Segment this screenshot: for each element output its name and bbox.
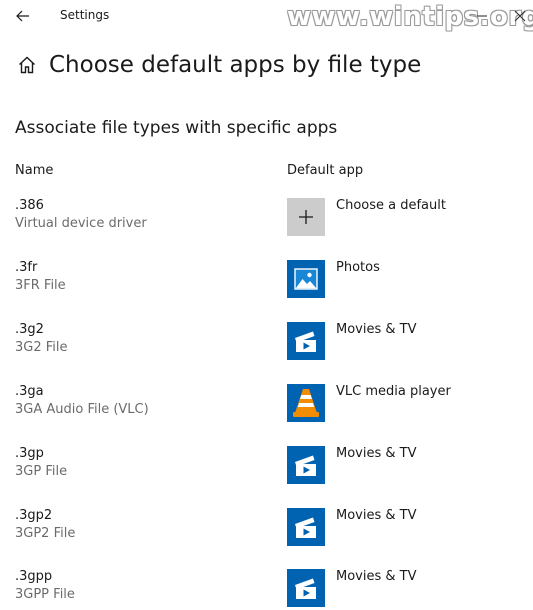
arrow-left-icon <box>16 10 29 22</box>
default-app-label: VLC media player <box>336 384 451 399</box>
file-type-row: .3g2 3G2 File Movies & TV <box>0 322 533 384</box>
default-app-button[interactable]: Choose a default <box>287 198 527 242</box>
file-description: 3G2 File <box>15 340 68 355</box>
file-type-row: .3gp2 3GP2 File Movies & TV <box>0 508 533 570</box>
file-extension: .3ga <box>15 384 44 399</box>
file-description: 3GP File <box>15 464 68 479</box>
default-app-label: Choose a default <box>336 198 446 213</box>
default-app-button[interactable]: Photos <box>287 260 527 304</box>
close-icon <box>514 10 526 22</box>
movies-tv-icon <box>287 569 325 607</box>
file-description: Virtual device driver <box>15 216 147 231</box>
default-app-button[interactable]: Movies & TV <box>287 446 527 490</box>
page-header: Choose default apps by file type <box>14 52 421 78</box>
vlc-icon <box>287 384 325 422</box>
back-button[interactable] <box>8 4 38 28</box>
file-description: 3GPP File <box>15 587 75 602</box>
default-app-label: Movies & TV <box>336 322 417 337</box>
file-extension: .3gp <box>15 446 44 461</box>
app-title: Settings <box>60 8 110 22</box>
title-bar: Settings www.wintips.org <box>0 0 533 34</box>
file-description: 3FR File <box>15 278 66 293</box>
file-type-row: .3ga 3GA Audio File (VLC) VLC media play… <box>0 384 533 446</box>
page-title: Choose default apps by file type <box>49 52 422 78</box>
home-icon[interactable] <box>14 52 40 78</box>
file-extension: .386 <box>15 198 44 213</box>
minimize-button[interactable] <box>470 6 494 26</box>
section-title: Associate file types with specific apps <box>15 118 338 138</box>
file-type-row: .3gp 3GP File Movies & TV <box>0 446 533 508</box>
default-app-button[interactable]: Movies & TV <box>287 322 527 366</box>
file-type-row: .386 Virtual device driver Choose a defa… <box>0 198 533 260</box>
file-type-row: .3fr 3FR File Photos <box>0 260 533 322</box>
file-extension: .3fr <box>15 260 38 275</box>
default-app-button[interactable]: Movies & TV <box>287 508 527 552</box>
file-type-row: .3gpp 3GPP File Movies & TV <box>0 569 533 610</box>
movies-tv-icon <box>287 446 325 484</box>
photos-icon <box>287 260 325 298</box>
default-app-button[interactable]: Movies & TV <box>287 569 527 610</box>
column-header-default-app: Default app <box>287 163 364 178</box>
close-button[interactable] <box>508 4 532 28</box>
movies-tv-icon <box>287 508 325 546</box>
column-header-name: Name <box>15 163 54 178</box>
file-description: 3GA Audio File (VLC) <box>15 402 149 417</box>
default-app-label: Movies & TV <box>336 508 417 523</box>
default-app-label: Movies & TV <box>336 446 417 461</box>
movies-tv-icon <box>287 322 325 360</box>
default-app-label: Photos <box>336 260 380 275</box>
file-extension: .3gpp <box>15 569 53 584</box>
minimize-icon <box>477 15 487 17</box>
watermark-text: www.wintips.org <box>287 2 533 32</box>
plus-icon <box>287 198 325 236</box>
default-app-label: Movies & TV <box>336 569 417 584</box>
file-extension: .3g2 <box>15 322 44 337</box>
file-description: 3GP2 File <box>15 526 76 541</box>
file-extension: .3gp2 <box>15 508 53 523</box>
default-app-button[interactable]: VLC media player <box>287 384 527 428</box>
